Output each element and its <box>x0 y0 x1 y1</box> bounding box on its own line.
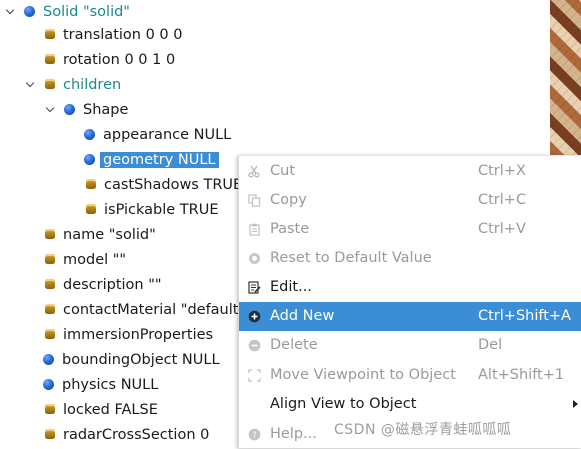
tree-node-appearance[interactable]: appearance NULL <box>84 123 231 148</box>
ball-icon <box>64 103 75 115</box>
menu-item-label: Reset to Default Value <box>270 250 432 266</box>
tree-node-label: contactMaterial "default" <box>63 302 246 318</box>
menu-item-label: Cut <box>270 163 295 179</box>
tree-node-label: isPickable TRUE <box>104 202 219 218</box>
tree-node-description[interactable]: description "" <box>45 273 162 298</box>
add-icon <box>248 310 261 323</box>
menu-item-label: Delete <box>270 337 318 353</box>
tree-node-geometry[interactable]: geometry NULL <box>84 148 219 173</box>
ball-icon <box>84 128 95 140</box>
menu-item-move-viewpoint[interactable]: Move Viewpoint to Object Alt+Shift+1 <box>239 361 581 390</box>
menu-item-shortcut: Ctrl+X <box>478 163 526 179</box>
tree-node-label: Solid "solid" <box>43 4 130 20</box>
chevron-down-icon[interactable] <box>46 105 54 113</box>
viewport-texture-preview <box>550 0 581 155</box>
ball-icon <box>43 353 54 365</box>
menu-item-reset-to-default[interactable]: Reset to Default Value <box>239 244 581 273</box>
menu-item-label: Paste <box>270 221 310 237</box>
move-viewpoint-icon <box>248 369 261 382</box>
tree-node-shape[interactable]: Shape <box>45 98 245 123</box>
menu-item-label: Copy <box>270 192 307 208</box>
field-icon <box>45 229 55 239</box>
tree-node-label: geometry NULL <box>100 152 219 168</box>
svg-text:?: ? <box>252 431 257 441</box>
tree-node-immersionproperties[interactable]: immersionProperties <box>45 323 213 348</box>
tree-node-label: name "solid" <box>63 227 156 243</box>
menu-item-cut[interactable]: Cut Ctrl+X <box>239 157 581 186</box>
tree-node-rotation[interactable]: rotation 0 0 1 0 <box>45 48 175 73</box>
context-menu: Cut Ctrl+X Copy Ctrl+C Paste Ctrl+V Rese… <box>238 155 581 448</box>
tree-node-locked[interactable]: locked FALSE <box>45 398 158 423</box>
tree-node-label: children <box>63 77 122 93</box>
ball-icon <box>24 5 35 17</box>
field-icon <box>45 329 55 339</box>
chevron-down-icon[interactable] <box>6 7 14 15</box>
field-icon <box>45 429 55 439</box>
menu-item-label: Align View to Object <box>270 396 417 412</box>
menu-item-label: Edit... <box>270 279 312 295</box>
tree-node-label: radarCrossSection 0 <box>63 427 210 443</box>
menu-item-align-view[interactable]: Align View to Object <box>239 390 581 419</box>
menu-item-edit[interactable]: Edit... <box>239 273 581 302</box>
menu-item-paste[interactable]: Paste Ctrl+V <box>239 215 581 244</box>
tree-node-label: physics NULL <box>62 377 159 393</box>
delete-icon <box>248 339 261 352</box>
tree-node-label: model "" <box>63 252 127 268</box>
tree-node-label: immersionProperties <box>63 327 214 343</box>
field-icon <box>45 54 55 64</box>
tree-node-label: rotation 0 0 1 0 <box>63 52 176 68</box>
tree-node-contactmaterial[interactable]: contactMaterial "default" <box>45 298 245 323</box>
menu-item-delete[interactable]: Delete Del <box>239 331 581 360</box>
tree-node-label: Shape <box>83 102 129 118</box>
menu-item-shortcut: Ctrl+Shift+A <box>478 308 571 324</box>
watermark: CSDN @磁悬浮青蛙呱呱呱 <box>334 422 512 438</box>
field-icon <box>45 254 55 264</box>
tree-node-translation[interactable]: translation 0 0 0 <box>45 23 182 48</box>
menu-item-shortcut: Ctrl+V <box>478 221 526 237</box>
menu-item-label: Move Viewpoint to Object <box>270 367 456 383</box>
copy-icon <box>248 194 261 207</box>
reset-icon <box>249 253 260 264</box>
tree-node-solid[interactable]: Solid "solid" <box>6 0 256 25</box>
menu-item-label: Help... <box>270 426 317 442</box>
tree-node-castshadows[interactable]: castShadows TRUE <box>86 173 242 198</box>
tree-node-name[interactable]: name "solid" <box>45 223 156 248</box>
tree-node-label: appearance NULL <box>103 127 232 143</box>
menu-item-label: Add New <box>270 308 335 324</box>
tree-node-radarcrosssection[interactable]: radarCrossSection 0 <box>45 423 209 448</box>
submenu-arrow-icon <box>573 400 578 408</box>
ball-icon <box>43 378 54 390</box>
field-icon <box>45 279 55 289</box>
field-icon <box>45 79 55 89</box>
menu-item-add-new[interactable]: Add New Ctrl+Shift+A <box>239 302 581 331</box>
field-icon <box>45 304 55 314</box>
menu-item-shortcut: Alt+Shift+1 <box>478 367 565 383</box>
ball-icon <box>84 153 95 165</box>
chevron-down-icon[interactable] <box>26 80 34 88</box>
menu-item-copy[interactable]: Copy Ctrl+C <box>239 186 581 215</box>
field-icon <box>86 204 96 214</box>
field-icon <box>45 404 55 414</box>
tree-node-label: description "" <box>63 277 162 293</box>
menu-item-shortcut: Ctrl+C <box>478 192 527 208</box>
tree-node-physics[interactable]: physics NULL <box>43 373 158 398</box>
field-icon <box>45 29 55 39</box>
tree-node-boundingobject[interactable]: boundingObject NULL <box>43 348 220 373</box>
tree-node-ispickable[interactable]: isPickable TRUE <box>86 198 219 223</box>
tree-node-label: translation 0 0 0 <box>63 27 183 43</box>
paste-icon <box>249 223 260 236</box>
tree-node-label: locked FALSE <box>63 402 158 418</box>
scissors-icon <box>248 165 260 178</box>
tree-node-children[interactable]: children <box>25 73 225 98</box>
tree-node-label: castShadows TRUE <box>104 177 243 193</box>
tree-node-label: boundingObject NULL <box>62 352 220 368</box>
help-icon: ? <box>248 428 261 441</box>
edit-icon <box>248 281 261 294</box>
field-icon <box>86 179 96 189</box>
tree-node-model[interactable]: model "" <box>45 248 126 273</box>
menu-item-shortcut: Del <box>478 337 503 353</box>
